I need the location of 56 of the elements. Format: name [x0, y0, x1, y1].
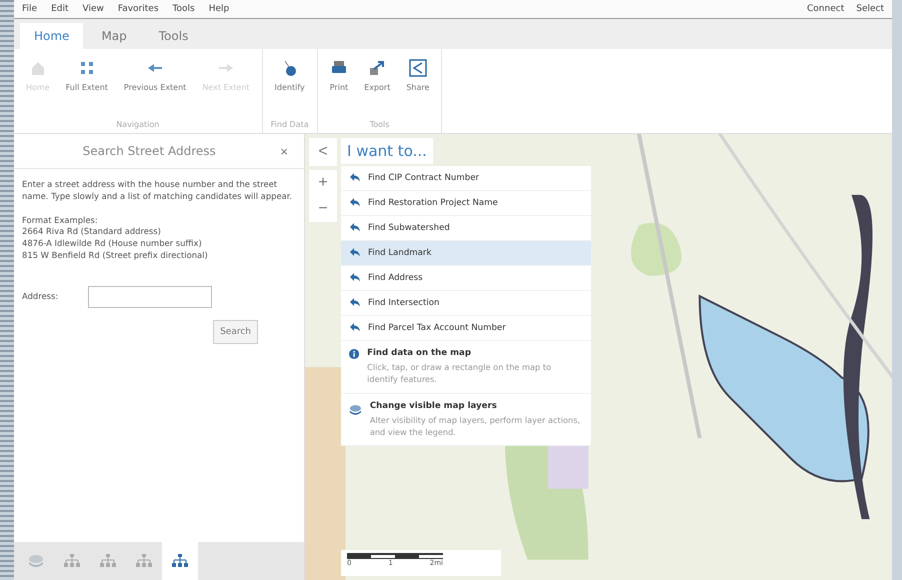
share-icon: [408, 59, 427, 77]
close-button[interactable]: ×: [274, 142, 294, 160]
option-description: Click, tap, or draw a rectangle on the map to identify features.: [367, 361, 552, 386]
search-button[interactable]: Search: [213, 320, 258, 344]
examples-heading: Format Examples:: [22, 214, 99, 226]
menu-item[interactable]: Edit: [51, 4, 68, 14]
toolbar-link[interactable]: Connect: [807, 4, 844, 14]
address-field[interactable]: [88, 286, 212, 308]
group-label: Find Data: [270, 120, 310, 131]
ribbon-tab[interactable]: Tools: [144, 23, 202, 49]
example-line: 815 W Benfield Rd (Street prefix directional): [22, 250, 209, 262]
zoom-out-button[interactable]: −: [309, 196, 337, 222]
curved-arrow-icon: [349, 298, 360, 308]
menu-item[interactable]: Tools: [172, 4, 195, 14]
hierarchy-icon: [136, 554, 152, 568]
ribbon-button[interactable]: Print: [324, 53, 354, 120]
ribbon-button[interactable]: Full Extent: [60, 53, 114, 120]
menu-title: I want to...: [341, 138, 433, 164]
field-label: Address:: [22, 290, 58, 302]
curved-arrow-icon: [349, 198, 360, 208]
hierarchy-icon: [172, 554, 188, 568]
group-label: Tools: [368, 120, 390, 131]
example-line: 4876-A Idlewilde Rd (House number suffix): [22, 238, 203, 250]
option-title: Change visible map layers: [370, 400, 498, 411]
hierarchy-icon: [100, 554, 116, 568]
menu-item[interactable]: View: [82, 4, 104, 14]
curved-arrow-icon: [349, 273, 360, 283]
panel-tab[interactable]: [162, 542, 198, 580]
collapse-button[interactable]: <: [309, 138, 337, 166]
ribbon-button[interactable]: Share: [400, 53, 436, 120]
instructions-text: Enter a street address with the house number and the street name. Type slowly and a list of matching candidates will appear.: [22, 179, 294, 203]
menu-item[interactable]: File: [22, 4, 38, 14]
menu-item[interactable]: Help: [208, 4, 230, 14]
group-label: Navigation: [115, 120, 160, 131]
option-title: Find data on the map: [367, 348, 472, 358]
toolbar-link[interactable]: Select: [856, 4, 884, 14]
curved-arrow-icon: [349, 323, 360, 333]
info-icon: [349, 348, 360, 360]
menu-option[interactable]: Find Landmark: [341, 241, 591, 266]
ribbon-button[interactable]: Identify: [268, 53, 311, 120]
ribbon-button[interactable]: Previous Extent: [118, 53, 192, 120]
curved-arrow-icon: [349, 223, 360, 233]
ribbon-tab[interactable]: Map: [87, 23, 141, 49]
hierarchy-icon: [64, 554, 80, 568]
scale-ruler-icon: [347, 553, 443, 559]
export-icon: [368, 59, 386, 77]
layers-icon: [28, 553, 44, 569]
menu-item[interactable]: Favorites: [118, 4, 159, 14]
curved-arrow-icon: [349, 173, 360, 183]
ribbon-button[interactable]: Export: [358, 53, 396, 120]
option-description: Alter visibility of map layers, perform layer actions, and view the legend.: [370, 414, 582, 438]
example-line: 2664 Riva Rd (Standard address): [22, 226, 162, 238]
panel-title: Search Street Address: [82, 144, 217, 158]
zoom-in-button[interactable]: +: [309, 170, 337, 196]
curved-arrow-icon: [349, 248, 360, 258]
ribbon-tab[interactable]: Home: [20, 23, 84, 49]
